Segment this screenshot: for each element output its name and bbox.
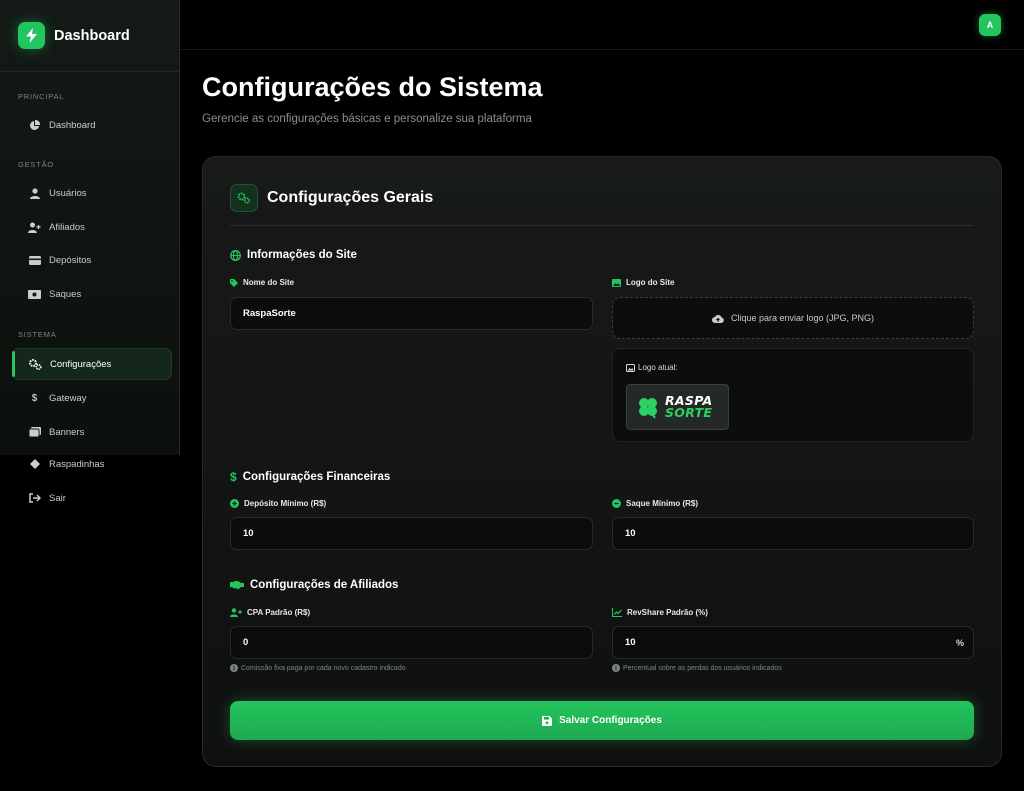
logo-wordmark: RASPA SORTE <box>665 394 713 420</box>
label-text: Saque Mínimo (R$) <box>626 499 699 508</box>
image-icon <box>612 278 621 287</box>
section-title: Configurações de Afiliados <box>250 579 399 591</box>
image-icon <box>626 363 635 372</box>
section-financial: $ Configurações Financeiras <box>230 470 390 484</box>
page-subtitle: Gerencie as configurações básicas e pers… <box>202 113 532 125</box>
money-bill-icon <box>28 288 41 301</box>
nav-section-gestao: GESTÃO <box>18 160 55 169</box>
sidebar-item-label: Saques <box>49 288 82 300</box>
gears-icon <box>230 184 258 212</box>
tag-icon <box>230 278 238 287</box>
sidebar-item-raspadinhas[interactable]: Raspadinhas <box>12 448 172 480</box>
cpa-input[interactable]: 0 <box>230 626 593 659</box>
line-chart-icon <box>612 608 622 617</box>
section-affiliates: Configurações de Afiliados <box>230 579 398 591</box>
sidebar-item-usuarios[interactable]: Usuários <box>12 177 172 209</box>
lightning-icon <box>18 22 45 49</box>
cpa-hint: Comissão fixa paga por cada novo cadastr… <box>230 664 406 672</box>
deposit-min-label: Depósito Mínimo (R$) <box>230 499 326 508</box>
site-logo-label: Logo do Site <box>612 278 674 287</box>
sidebar-item-label: Banners <box>49 426 85 438</box>
cloud-upload-icon <box>711 314 724 323</box>
clover-icon <box>639 398 657 419</box>
sidebar-item-label: Gateway <box>49 392 87 404</box>
sidebar-item-label: Raspadinhas <box>49 458 105 470</box>
withdraw-min-input[interactable]: 10 <box>612 517 974 550</box>
current-logo-panel: Logo atual: RASPA SORTE <box>612 348 974 442</box>
user-avatar[interactable]: A <box>979 14 1001 36</box>
dollar-icon: $ <box>230 470 237 484</box>
logout-icon <box>28 492 41 505</box>
logo-upload-dropzone[interactable]: Clique para enviar logo (JPG, PNG) <box>612 297 974 339</box>
sidebar-item-afiliados[interactable]: Afiliados <box>12 211 172 243</box>
upload-text: Clique para enviar logo (JPG, PNG) <box>730 313 875 323</box>
revshare-value: 10 <box>625 637 636 648</box>
label-text: Logo atual: <box>638 363 678 372</box>
pie-chart-icon <box>28 119 41 132</box>
minus-circle-icon <box>612 499 621 508</box>
hint-text: Percentual sobre as perdas dos usuários … <box>623 664 782 672</box>
sidebar-item-configuracoes[interactable]: Configurações <box>12 348 172 380</box>
sidebar-item-label: Depósitos <box>49 254 92 266</box>
save-button-label: Salvar Configurações <box>559 715 662 726</box>
sidebar-item-label: Afiliados <box>49 221 85 233</box>
save-settings-button[interactable]: Salvar Configurações <box>230 701 974 740</box>
current-logo-label: Logo atual: <box>626 363 678 372</box>
label-text: CPA Padrão (R$) <box>247 608 311 617</box>
sidebar-item-gateway[interactable]: $ Gateway <box>12 382 172 414</box>
nav-section-sistema: SISTEMA <box>18 330 57 339</box>
floppy-disk-icon <box>542 715 553 726</box>
card-title: Configurações Gerais <box>267 189 434 206</box>
sidebar-item-label: Configurações <box>50 358 112 370</box>
brand-title: Dashboard <box>54 27 130 44</box>
info-icon <box>230 664 238 672</box>
user-plus-icon <box>230 608 242 617</box>
hint-text: Comissão fixa paga por cada novo cadastr… <box>241 664 406 672</box>
label-text: Logo do Site <box>626 278 675 287</box>
label-text: RevShare Padrão (%) <box>627 608 708 617</box>
site-logo-image: RASPA SORTE <box>626 384 729 430</box>
percent-suffix: % <box>955 638 964 648</box>
page-title: Configurações do Sistema <box>202 72 543 102</box>
brand[interactable]: Dashboard <box>0 0 179 72</box>
sidebar-item-saques[interactable]: Saques <box>12 278 172 310</box>
sidebar-item-label: Usuários <box>49 187 87 199</box>
credit-card-icon <box>28 254 41 267</box>
sidebar-item-banners[interactable]: Banners <box>12 416 172 448</box>
sidebar-item-sair[interactable]: Sair <box>12 482 172 514</box>
sidebar-item-label: Dashboard <box>49 119 96 131</box>
deposit-min-input[interactable]: 10 <box>230 517 593 550</box>
revshare-label: RevShare Padrão (%) <box>612 608 708 617</box>
sidebar-item-dashboard[interactable]: Dashboard <box>12 109 172 141</box>
gears-icon <box>29 358 42 371</box>
user-plus-icon <box>28 221 41 234</box>
revshare-hint: Percentual sobre as perdas dos usuários … <box>612 664 782 672</box>
site-name-input[interactable]: RaspaSorte <box>230 297 593 330</box>
info-icon <box>612 664 620 672</box>
cpa-label: CPA Padrão (R$) <box>230 608 310 617</box>
revshare-input[interactable]: 10 % <box>612 626 974 659</box>
sidebar-item-label: Sair <box>49 492 66 504</box>
section-title: Informações do Site <box>247 249 357 261</box>
plus-circle-icon <box>230 499 239 508</box>
label-text: Depósito Mínimo (R$) <box>244 499 327 508</box>
globe-icon <box>230 249 241 261</box>
handshake-icon <box>230 580 244 590</box>
settings-card: Configurações Gerais Informações do Site… <box>202 156 1002 767</box>
withdraw-min-label: Saque Mínimo (R$) <box>612 499 698 508</box>
card-header: Configurações Gerais <box>230 184 974 226</box>
topbar: A <box>180 0 1024 50</box>
site-name-label: Nome do Site <box>230 278 294 287</box>
sidebar-item-depositos[interactable]: Depósitos <box>12 244 172 276</box>
section-title: Configurações Financeiras <box>242 471 391 483</box>
images-icon <box>28 426 41 439</box>
diamond-icon <box>28 458 41 471</box>
label-text: Nome do Site <box>243 278 295 287</box>
nav-section-principal: PRINCIPAL <box>18 92 65 101</box>
logo-line2: SORTE <box>665 405 713 420</box>
dollar-icon: $ <box>31 392 38 404</box>
user-icon <box>28 187 41 200</box>
section-site-info: Informações do Site <box>230 249 357 261</box>
